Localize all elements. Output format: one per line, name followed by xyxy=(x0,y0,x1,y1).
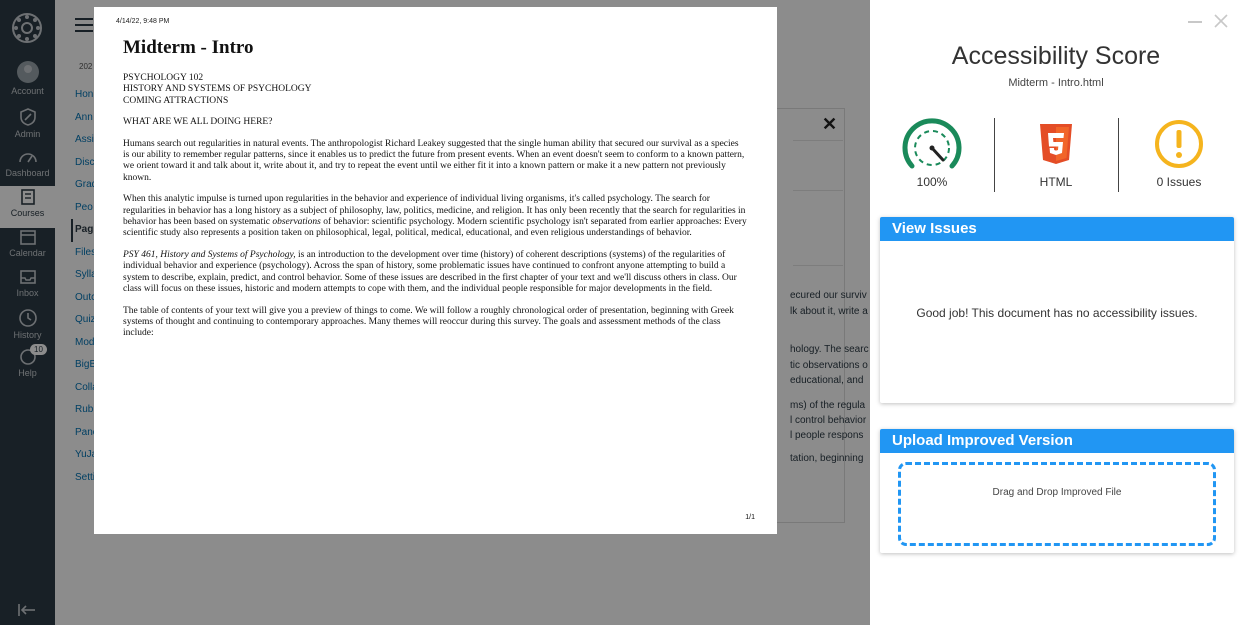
panel-title: Accessibility Score xyxy=(951,42,1161,70)
upload-title: Upload Improved Version xyxy=(880,429,1234,453)
score-gauge-icon xyxy=(902,118,962,169)
document-paragraph: PSY 461, History and Systems of Psycholo… xyxy=(123,249,737,295)
score-value: 100% xyxy=(916,175,948,189)
warning-circle-icon xyxy=(1155,120,1203,168)
dropzone-label: Drag and Drop Improved File xyxy=(992,487,1122,498)
upload-card: Upload Improved Version Drag and Drop Im… xyxy=(880,429,1234,553)
divider xyxy=(994,118,995,192)
view-issues-title[interactable]: View Issues xyxy=(880,217,1234,241)
view-issues-card: View Issues Good job! This document has … xyxy=(880,217,1234,403)
html5-icon xyxy=(1040,124,1072,164)
no-issues-message: Good job! This document has no accessibi… xyxy=(916,306,1198,320)
document-header-line: PSYCHOLOGY 102 xyxy=(123,73,204,83)
document-body: PSYCHOLOGY 102 HISTORY AND SYSTEMS OF PS… xyxy=(123,73,747,350)
document-preview: 4/14/22, 9:48 PM Midterm - Intro PSYCHOL… xyxy=(94,7,777,534)
document-header-line: COMING ATTRACTIONS xyxy=(123,95,229,106)
file-dropzone[interactable]: Drag and Drop Improved File xyxy=(898,462,1216,546)
accessibility-panel: Accessibility Score Midterm - Intro.html… xyxy=(870,0,1242,625)
issues-metric: 0 Issues xyxy=(1124,118,1234,189)
file-type: HTML xyxy=(1039,175,1073,189)
document-timestamp: 4/14/22, 9:48 PM xyxy=(116,18,170,25)
minimize-icon[interactable] xyxy=(1188,21,1202,23)
document-header-line: HISTORY AND SYSTEMS OF PSYCHOLOGY xyxy=(123,84,312,95)
close-icon[interactable] xyxy=(1214,14,1228,28)
document-paragraph: The table of contents of your text will … xyxy=(123,305,734,339)
document-paragraph: When this analytic impulse is turned upo… xyxy=(123,194,747,239)
filetype-metric: HTML xyxy=(1001,118,1111,189)
file-name: Midterm - Intro.html xyxy=(1008,77,1104,89)
document-title: Midterm - Intro xyxy=(123,37,254,58)
document-heading: WHAT ARE WE ALL DOING HERE? xyxy=(123,117,273,128)
page-number: 1/1 xyxy=(745,514,755,521)
score-metric: 100% xyxy=(877,118,987,189)
issues-count: 0 Issues xyxy=(1156,175,1202,189)
divider xyxy=(1118,118,1119,192)
document-paragraph: Humans search out regularities in natura… xyxy=(123,138,745,183)
